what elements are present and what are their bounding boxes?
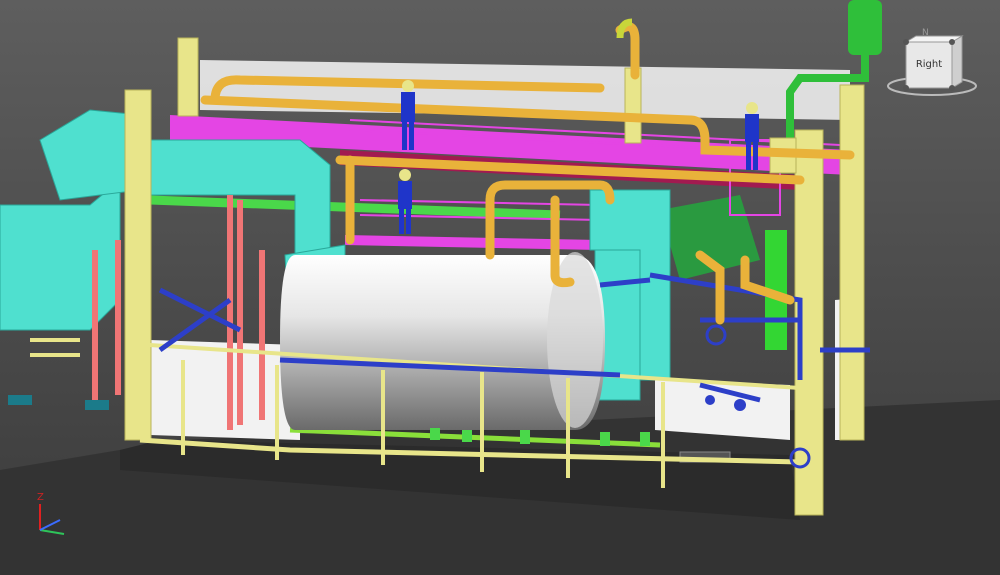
axis-triad: Z (28, 490, 78, 540)
view-cube-face-label[interactable]: Right (906, 59, 952, 70)
3d-viewport[interactable]: Right N Z (0, 0, 1000, 575)
view-cube-icon[interactable]: Right N (884, 28, 980, 102)
axis-triad-graphic (39, 504, 65, 535)
plant-model-scene[interactable] (0, 0, 1000, 575)
green-stack (848, 0, 882, 55)
compass-north-label: N (922, 28, 929, 38)
axis-z-label: Z (37, 492, 44, 503)
